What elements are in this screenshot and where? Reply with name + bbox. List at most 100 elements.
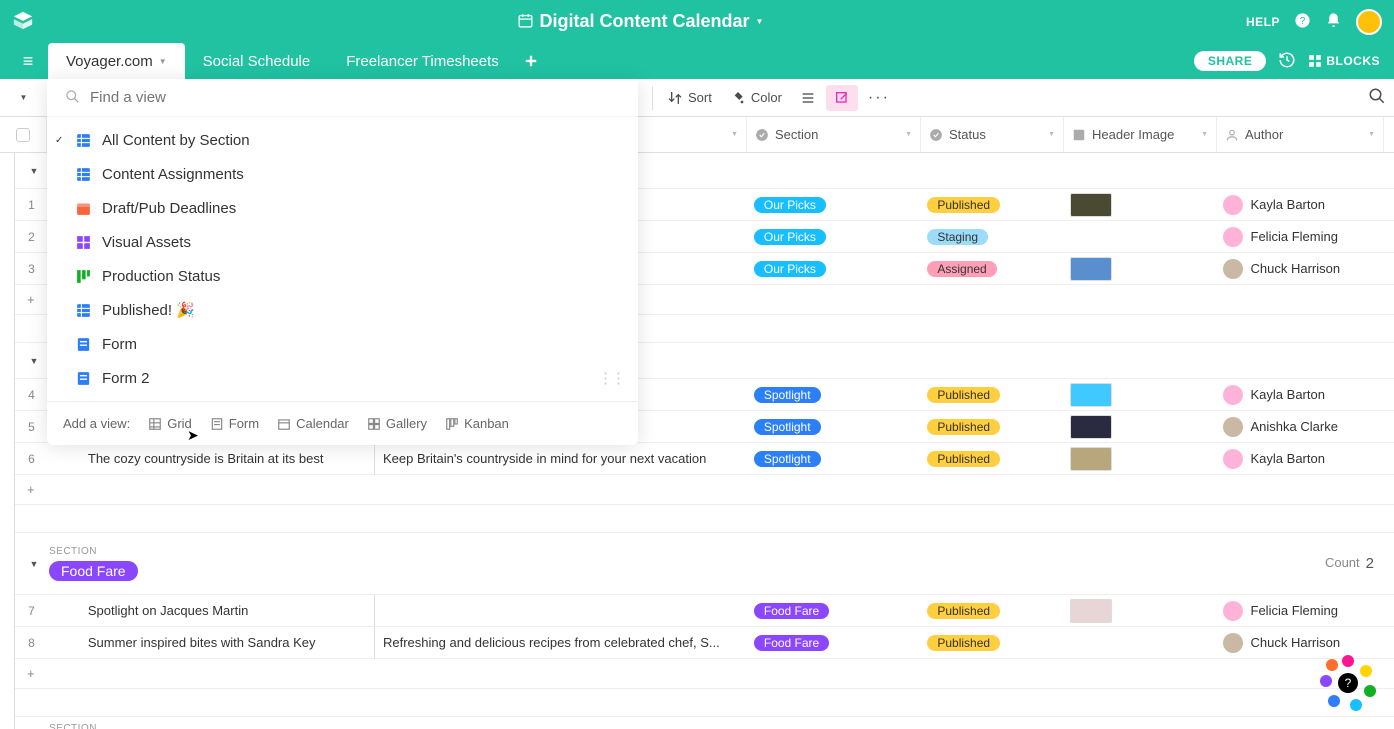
cell-status[interactable]: Assigned [919, 253, 1062, 284]
table-row[interactable]: 7Spotlight on Jacques MartinFood FarePub… [15, 595, 1394, 627]
row-number: 6 [15, 443, 48, 474]
user-avatar[interactable] [1356, 9, 1382, 35]
bell-icon[interactable] [1325, 12, 1342, 32]
add-view-grid[interactable]: Grid [148, 416, 192, 431]
cell-section[interactable]: Spotlight [746, 443, 920, 474]
col-header-section[interactable]: Section▼ [747, 117, 921, 152]
cell-status[interactable]: Published [919, 595, 1062, 626]
cell-author[interactable]: Felicia Fleming [1215, 595, 1394, 626]
logo-icon[interactable] [12, 9, 34, 34]
cell-author[interactable]: Kayla Barton [1215, 443, 1394, 474]
group-toggle[interactable]: ▼ [19, 166, 49, 176]
add-row-button[interactable]: + [15, 475, 1394, 505]
cell-author[interactable]: Kayla Barton [1215, 189, 1394, 220]
add-view-gallery[interactable]: Gallery [367, 416, 427, 431]
cell-image[interactable] [1062, 189, 1215, 220]
cell-section[interactable]: Spotlight [746, 379, 920, 410]
cell-image[interactable] [1062, 627, 1215, 658]
cell-image[interactable] [1062, 443, 1215, 474]
menu-button[interactable]: ≡ [8, 43, 48, 79]
view-item-label: Form 2 [102, 370, 150, 387]
tab-freelancer-timesheets[interactable]: Freelancer Timesheets [328, 43, 517, 79]
more-button[interactable]: ··· [860, 84, 898, 112]
help-icon[interactable]: ? [1294, 12, 1311, 32]
col-header-status[interactable]: Status▼ [921, 117, 1064, 152]
cell-status[interactable]: Published [919, 189, 1062, 220]
row-number: 4 [15, 379, 48, 410]
cell-section[interactable]: Food Fare [746, 627, 920, 658]
view-item[interactable]: ✓All Content by Section [47, 123, 638, 157]
view-search-input[interactable] [90, 89, 620, 106]
add-view-calendar[interactable]: Calendar [277, 416, 349, 431]
view-item[interactable]: Published! 🎉 [47, 293, 638, 327]
cell-image[interactable] [1062, 411, 1215, 442]
view-item-label: Form [102, 336, 137, 353]
add-tab-button[interactable] [517, 43, 545, 79]
color-button[interactable]: Color [722, 85, 790, 111]
tab-social-schedule[interactable]: Social Schedule [185, 43, 329, 79]
cell-status[interactable]: Published [919, 443, 1062, 474]
svg-text:?: ? [1300, 16, 1306, 27]
cell-author[interactable]: Kayla Barton [1215, 379, 1394, 410]
base-title[interactable]: Digital Content Calendar [540, 11, 750, 32]
cell-author[interactable]: Anishka Clarke [1215, 411, 1394, 442]
cell-status[interactable]: Published [919, 411, 1062, 442]
select-all-checkbox[interactable] [0, 117, 47, 152]
search-button[interactable] [1368, 87, 1386, 108]
group-toggle[interactable]: ▼ [19, 559, 49, 569]
cell-section[interactable]: Our Picks [746, 189, 920, 220]
row-number: 2 [15, 221, 48, 252]
tab-voyager[interactable]: Voyager.com▼ [48, 43, 185, 79]
cell-image[interactable] [1062, 379, 1215, 410]
view-item[interactable]: Draft/Pub Deadlines [47, 191, 638, 225]
group-toggle[interactable]: ▼ [19, 356, 49, 366]
table-row[interactable]: 6The cozy countryside is Britain at its … [15, 443, 1394, 475]
blocks-button[interactable]: BLOCKS [1308, 54, 1380, 68]
view-item[interactable]: Form 2 ⋮⋮ [47, 361, 638, 395]
cell-headline[interactable]: Spotlight on Jacques Martin [48, 595, 375, 626]
add-view-form[interactable]: Form [210, 416, 259, 431]
add-view-kanban[interactable]: Kanban [445, 416, 509, 431]
cell-status[interactable]: Staging [919, 221, 1062, 252]
cell-headline[interactable]: The cozy countryside is Britain at its b… [48, 443, 375, 474]
cell-author[interactable]: Felicia Fleming [1215, 221, 1394, 252]
cell-image[interactable] [1062, 253, 1215, 284]
add-row-button[interactable]: + [15, 659, 1394, 689]
share-button[interactable]: SHARE [1194, 51, 1267, 71]
col-header-image[interactable]: Header Image▼ [1064, 117, 1217, 152]
drag-handle-icon[interactable]: ⋮⋮ [598, 369, 624, 387]
cell-author[interactable]: Chuck Harrison [1215, 627, 1394, 658]
share-view-button[interactable] [826, 85, 858, 111]
view-item[interactable]: Content Assignments [47, 157, 638, 191]
row-number: 5 [15, 411, 48, 442]
view-item-label: Content Assignments [102, 166, 244, 183]
history-icon[interactable] [1278, 51, 1296, 72]
view-item-label: Production Status [102, 268, 220, 285]
help-link[interactable]: HELP [1246, 15, 1280, 29]
view-item[interactable]: Form [47, 327, 638, 361]
cell-image[interactable] [1062, 595, 1215, 626]
cell-subheadline[interactable] [375, 595, 746, 626]
cell-section[interactable]: Spotlight [746, 411, 920, 442]
chevron-down-icon[interactable]: ▼ [756, 17, 764, 26]
cell-section[interactable]: Our Picks [746, 253, 920, 284]
cell-section[interactable]: Our Picks [746, 221, 920, 252]
cell-status[interactable]: Published [919, 379, 1062, 410]
cell-status[interactable]: Published [919, 627, 1062, 658]
row-height-button[interactable] [792, 85, 824, 111]
table-row[interactable]: 8Summer inspired bites with Sandra KeyRe… [15, 627, 1394, 659]
cell-subheadline[interactable]: Refreshing and delicious recipes from ce… [375, 627, 746, 658]
search-icon [65, 89, 80, 107]
cell-subheadline[interactable]: Keep Britain's countryside in mind for y… [375, 443, 746, 474]
cell-headline[interactable]: Summer inspired bites with Sandra Key [48, 627, 375, 658]
help-widget[interactable]: ? [1320, 655, 1376, 711]
view-item[interactable]: Production Status [47, 259, 638, 293]
cell-section[interactable]: Food Fare [746, 595, 920, 626]
col-header-author[interactable]: Author▼ [1217, 117, 1384, 152]
cell-author[interactable]: Chuck Harrison [1215, 253, 1394, 284]
view-item-label: Visual Assets [102, 234, 191, 251]
view-item-label: Draft/Pub Deadlines [102, 200, 236, 217]
cell-image[interactable] [1062, 221, 1215, 252]
sort-button[interactable]: Sort [659, 85, 720, 111]
view-item[interactable]: Visual Assets [47, 225, 638, 259]
